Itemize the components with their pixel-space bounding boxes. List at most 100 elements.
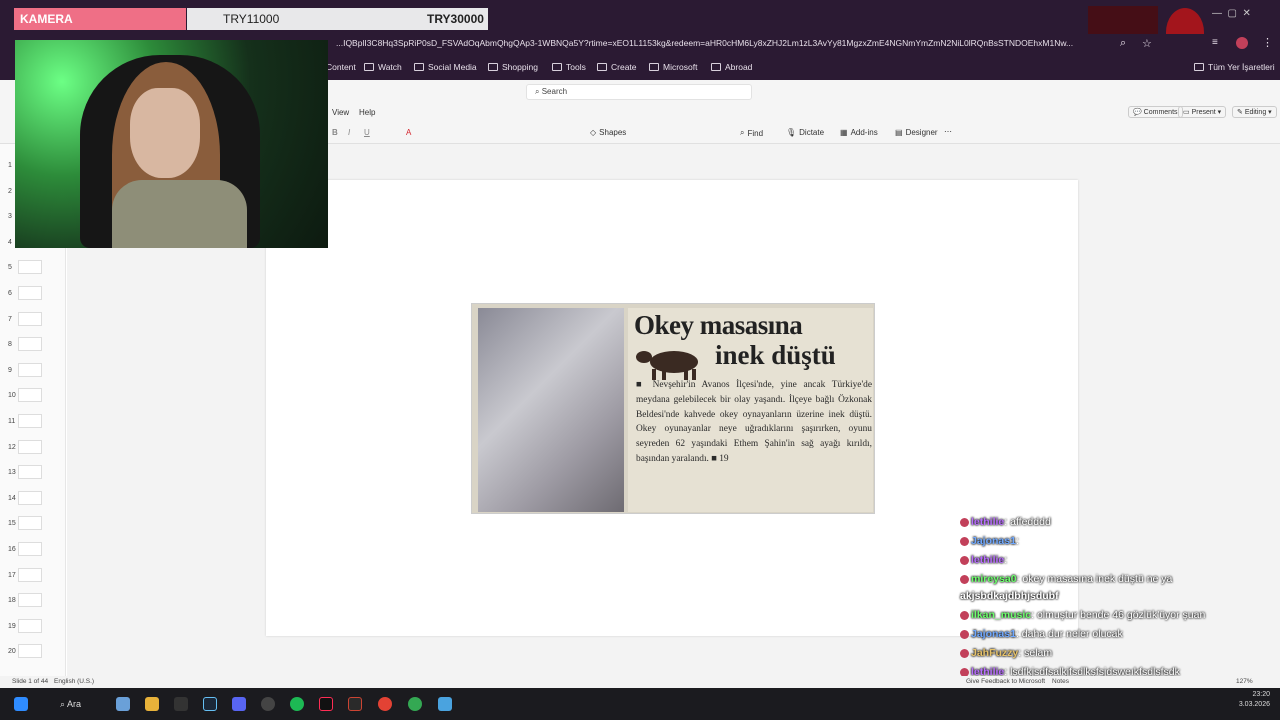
present-button[interactable]: ▭ Present ▾	[1178, 106, 1227, 118]
bold-button[interactable]: B	[332, 128, 338, 137]
addins-button[interactable]: ▦ Add-ins	[840, 128, 878, 137]
feedback-link[interactable]: Give Feedback to Microsoft	[966, 678, 1045, 685]
bookmark-create[interactable]: Create	[597, 62, 637, 72]
menu-help[interactable]: Help	[359, 108, 375, 117]
italic-button[interactable]: I	[348, 128, 350, 137]
app-icon[interactable]	[348, 697, 362, 711]
thumbnail-number: 13	[8, 469, 16, 477]
language-indicator[interactable]: English (U.S.)	[54, 678, 94, 685]
badge-icon	[960, 574, 969, 584]
discord-icon[interactable]	[232, 697, 246, 711]
thumbnail-number: 5	[8, 264, 12, 272]
bookmark-abroad[interactable]: Abroad	[711, 62, 752, 72]
more-options-icon[interactable]: ⋯	[944, 127, 952, 136]
bookmark-social-media[interactable]: Social Media	[414, 62, 477, 72]
chat-text: : affedddd	[1004, 516, 1051, 528]
thumbnail-number: 12	[8, 443, 16, 451]
chat-text: : daha dur neler olucak	[1015, 628, 1123, 640]
chat-username[interactable]: mireysa0	[971, 573, 1017, 585]
slide-thumbnail[interactable]	[18, 644, 42, 659]
slide-thumbnail[interactable]	[18, 414, 42, 428]
taskbar-search[interactable]: ⌕ Ara	[60, 699, 81, 710]
bookmark-shopping[interactable]: Shopping	[488, 62, 538, 72]
editing-button[interactable]: ✎ Editing ▾	[1232, 106, 1277, 118]
slide-thumbnail[interactable]	[18, 490, 42, 505]
bookmark-label: Tüm Yer İşaretleri	[1208, 62, 1275, 72]
chat-username[interactable]: Jajonas1	[971, 535, 1016, 547]
obs-icon[interactable]	[261, 697, 275, 711]
slide-thumbnail[interactable]	[18, 260, 42, 275]
slide-thumbnail[interactable]	[18, 618, 42, 633]
chat-message: Jajonas1: daha dur neler olucak	[960, 628, 1123, 640]
more-icon[interactable]: ⋮	[1262, 36, 1273, 49]
bookmark-star-icon[interactable]: ☆	[1142, 37, 1152, 50]
present-label: Present	[1191, 109, 1216, 116]
task-view-icon[interactable]	[116, 697, 130, 711]
folder-icon	[711, 63, 721, 71]
slide-thumbnail[interactable]	[18, 362, 42, 377]
tiktok-icon[interactable]	[319, 697, 333, 711]
clipping-body: ■ Nevşehir'in Avanos İlçesi'nde, yine an…	[636, 380, 872, 464]
url-text[interactable]: ...IQBplI3C8Hq3SpRiP0sD_FSVAdOqAbmQhgQAp…	[336, 38, 1106, 48]
slide-thumbnail[interactable]	[18, 593, 42, 608]
underline-button[interactable]: U	[364, 128, 370, 137]
badge-icon	[960, 610, 969, 620]
profile-avatar[interactable]	[1236, 37, 1248, 49]
steam-icon[interactable]	[203, 697, 217, 711]
bookmark-microsoft[interactable]: Microsoft	[649, 62, 697, 72]
bookmark-tools[interactable]: Tools	[552, 62, 586, 72]
goal-2: TRY30000	[427, 12, 484, 26]
slide-thumbnail[interactable]	[18, 286, 42, 300]
folder-icon	[649, 63, 659, 71]
folder-icon	[1194, 63, 1204, 71]
settings-icon[interactable]	[438, 697, 452, 711]
notes-button[interactable]: Notes	[1052, 678, 1069, 685]
all-bookmarks[interactable]: Tüm Yer İşaretleri	[1194, 62, 1275, 72]
taskbar-clock[interactable]: 23:20 3.03.2026	[1239, 690, 1270, 710]
badge-icon	[960, 517, 969, 527]
slide-thumbnail[interactable]	[18, 542, 42, 556]
search-icon: ⌕	[535, 87, 542, 96]
designer-button[interactable]: ▤ Designer	[895, 128, 938, 137]
streamer-face	[130, 88, 200, 178]
slide-thumbnail[interactable]	[18, 516, 42, 531]
slide-thumbnail[interactable]	[18, 311, 42, 326]
chat-username[interactable]: lethilie	[971, 516, 1004, 528]
chat-username[interactable]: ilkan_music	[971, 609, 1031, 621]
windows-start-icon[interactable]	[14, 697, 28, 711]
shapes-button[interactable]: ◇ Shapes	[590, 128, 626, 137]
zoom-icon[interactable]: ⌕	[1120, 37, 1126, 50]
dictate-button[interactable]: 🎙 Dictate	[786, 128, 824, 137]
window-controls[interactable]: — ▢ ✕	[1212, 8, 1272, 20]
font-color-icon[interactable]: A	[406, 128, 411, 137]
bookmark-content[interactable]: Content	[326, 62, 356, 72]
goal-1: TRY11000	[223, 12, 280, 26]
comments-button[interactable]: 💬 Comments	[1128, 106, 1183, 118]
epic-games-icon[interactable]	[174, 697, 188, 711]
file-explorer-icon[interactable]	[145, 697, 159, 711]
chat-username[interactable]: Jajonas1	[971, 628, 1016, 640]
chrome-icon[interactable]	[378, 697, 392, 711]
slide-thumbnail[interactable]	[18, 567, 42, 582]
zoom-level[interactable]: 127%	[1236, 678, 1253, 685]
thumbnail-number: 10	[8, 392, 16, 400]
chat-username[interactable]: lethilie	[971, 554, 1004, 566]
bookmark-label: Content	[326, 62, 356, 72]
chat-message: Jajonas1:	[960, 535, 1019, 547]
chat-username[interactable]: JahFuzzy	[971, 647, 1018, 659]
thumbnail-number: 18	[8, 597, 16, 605]
slide-thumbnail[interactable]	[18, 337, 42, 352]
thumbnail-number: 2	[8, 187, 12, 195]
slide-thumbnail[interactable]	[18, 439, 42, 454]
search-placeholder: Search	[541, 87, 568, 96]
find-button[interactable]: ⌕ Find	[740, 128, 763, 138]
menu-view[interactable]: View	[332, 108, 349, 117]
search-input[interactable]: ⌕ Search	[526, 84, 752, 100]
editing-label: Editing	[1244, 109, 1267, 116]
bookmark-watch[interactable]: Watch	[364, 62, 402, 72]
slide-thumbnail[interactable]	[18, 465, 42, 480]
slide-thumbnail[interactable]	[18, 388, 42, 403]
spotify-icon[interactable]	[290, 697, 304, 711]
chrome-profile-icon[interactable]	[408, 697, 422, 711]
menu-icon[interactable]: ≡	[1212, 37, 1218, 48]
